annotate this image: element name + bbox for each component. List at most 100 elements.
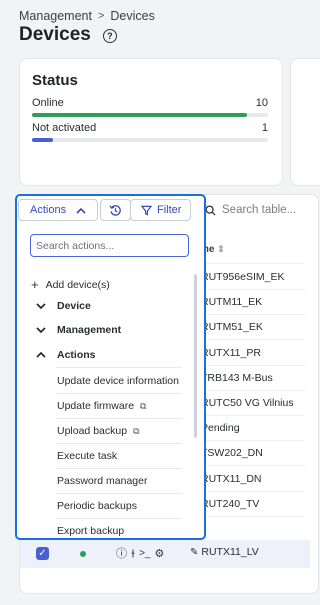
- breadcrumb-separator: >: [97, 10, 105, 22]
- status-bar: [32, 113, 268, 117]
- section-label: Actions: [57, 349, 96, 361]
- menu-divider: [56, 493, 182, 494]
- row-divider: [195, 314, 305, 315]
- breadcrumb-parent[interactable]: Management: [19, 9, 92, 23]
- table-row-name[interactable]: TSW202_DN: [201, 447, 263, 459]
- status-bar: [32, 138, 268, 142]
- filter-icon: [141, 205, 152, 216]
- actions-button[interactable]: Actions: [18, 199, 98, 221]
- menu-item-action[interactable]: Update device information: [57, 375, 179, 387]
- table-search-input[interactable]: Search table...: [222, 204, 296, 216]
- breadcrumb: Management > Devices: [19, 9, 155, 23]
- menu-item-label: Upload backup: [57, 425, 128, 437]
- status-count: 10: [255, 97, 268, 109]
- row-divider: [195, 339, 305, 340]
- history-icon: [109, 204, 121, 216]
- search-icon: [205, 204, 216, 216]
- menu-divider: [56, 418, 182, 419]
- table-row-name[interactable]: RUTX11_DN: [201, 473, 262, 485]
- menu-item-action[interactable]: Password manager: [57, 475, 147, 487]
- filter-button[interactable]: Filter: [130, 199, 191, 221]
- menu-divider: [56, 393, 182, 394]
- search-actions-input[interactable]: Search actions...: [30, 234, 189, 257]
- table-row-name[interactable]: RUT956eSIM_EK: [201, 271, 284, 283]
- section-label: Device: [57, 300, 91, 312]
- row-divider: [195, 491, 305, 492]
- row-action-icons: ⓘ ⫳ >_ ⚙: [116, 545, 164, 561]
- table-row-name[interactable]: Pending: [201, 422, 240, 434]
- row-divider: [195, 263, 305, 264]
- menu-item-action[interactable]: Execute task: [57, 450, 117, 462]
- status-card-secondary: [290, 58, 320, 186]
- row-checkbox[interactable]: ✓: [36, 547, 49, 560]
- online-status-dot: [80, 551, 86, 557]
- menu-item-label: Password manager: [57, 475, 148, 487]
- edit-icon[interactable]: ✎: [190, 547, 198, 558]
- menu-item-label: Update device information: [57, 375, 179, 387]
- actions-button-label: Actions: [30, 204, 67, 216]
- settings-icon[interactable]: ⚙: [155, 547, 165, 560]
- row-divider: [195, 289, 305, 290]
- menu-item-action[interactable]: Upload backup ⧉: [57, 425, 140, 437]
- row-divider: [195, 440, 305, 441]
- menu-section-device[interactable]: Device: [36, 300, 91, 312]
- table-row-name[interactable]: TRB143 M-Bus: [201, 372, 273, 384]
- menu-item-label: Export backup: [57, 525, 125, 537]
- status-title: Status: [32, 72, 78, 89]
- table-row-name[interactable]: RUTM51_EK: [201, 321, 263, 333]
- menu-clip: Export backup: [17, 514, 205, 538]
- menu-item-label: Periodic backups: [57, 500, 137, 512]
- terminal-icon[interactable]: >_: [139, 548, 150, 559]
- page-title-row: Devices ?: [19, 24, 117, 46]
- chevron-down-icon: [36, 303, 46, 310]
- add-devices-item[interactable]: + Add device(s): [31, 277, 110, 292]
- menu-divider: [56, 443, 182, 444]
- row-divider: [195, 465, 305, 466]
- menu-section-management[interactable]: Management: [36, 324, 121, 336]
- info-icon[interactable]: ⓘ: [116, 545, 127, 561]
- table-row-name[interactable]: RUTC50 VG Vilnius: [201, 397, 294, 409]
- status-bar-fill: [32, 138, 54, 142]
- help-icon[interactable]: ?: [102, 29, 117, 43]
- search-actions-placeholder: Search actions...: [36, 239, 115, 252]
- row-divider: [195, 390, 305, 391]
- chevron-up-icon: [76, 207, 86, 214]
- dropdown-scrollbar[interactable]: [194, 274, 197, 438]
- table-row-selected[interactable]: [20, 540, 310, 568]
- add-devices-label: Add device(s): [45, 278, 110, 291]
- menu-section-actions[interactable]: Actions: [36, 349, 96, 361]
- page-title: Devices: [19, 24, 91, 45]
- menu-divider: [56, 367, 182, 368]
- menu-item-action[interactable]: Update firmware ⧉: [57, 400, 146, 412]
- status-label: Online: [32, 97, 64, 109]
- table-row-name[interactable]: RUTM11_EK: [201, 296, 262, 308]
- row-divider: [195, 365, 305, 366]
- table-row-name[interactable]: RUTX11_PR: [201, 347, 261, 359]
- row-divider: [195, 415, 305, 416]
- external-link-icon: ⧉: [133, 425, 140, 436]
- chevron-up-icon: [36, 351, 46, 358]
- status-count: 1: [261, 122, 268, 134]
- table-row-name[interactable]: RUT240_TV: [201, 498, 259, 510]
- filter-button-label: Filter: [157, 204, 182, 216]
- chevron-down-icon: [36, 327, 46, 334]
- status-card: Status Online 10 Not activated 1: [19, 58, 283, 186]
- sort-icon: ⇕: [217, 244, 225, 254]
- external-link-icon: ⧉: [140, 400, 147, 411]
- device-name[interactable]: RUTX11_LV: [201, 546, 258, 558]
- menu-divider: [56, 468, 182, 469]
- menu-item-label: Update firmware: [57, 400, 135, 412]
- history-button[interactable]: [100, 199, 131, 221]
- status-bar-fill: [32, 113, 247, 117]
- status-label: Not activated: [32, 122, 97, 134]
- menu-item-action[interactable]: Periodic backups: [57, 500, 137, 512]
- section-label: Management: [57, 324, 122, 336]
- menu-item-label: Execute task: [57, 450, 118, 462]
- selected-row-name: ✎ RUTX11_LV: [190, 546, 259, 558]
- row-divider: [195, 516, 305, 517]
- breadcrumb-current: Devices: [110, 9, 155, 23]
- ports-icon[interactable]: ⫳: [131, 548, 135, 559]
- plus-icon: +: [31, 277, 39, 292]
- table-search[interactable]: Search table...: [205, 204, 296, 216]
- menu-item-action[interactable]: Export backup: [57, 525, 124, 537]
